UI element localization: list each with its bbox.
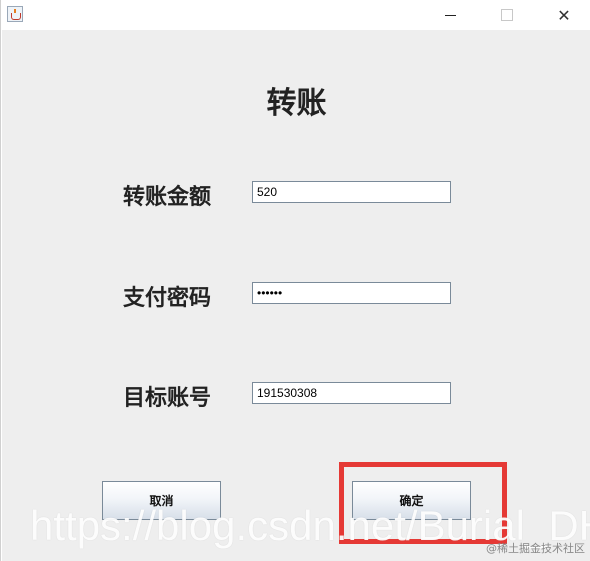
java-cup-icon <box>7 6 23 22</box>
minimize-icon <box>444 14 456 16</box>
close-button[interactable]: ✕ <box>541 0 587 30</box>
confirm-button[interactable]: 确定 <box>352 481 471 520</box>
cancel-button[interactable]: 取消 <box>102 481 221 520</box>
password-input[interactable] <box>252 282 451 304</box>
maximize-button[interactable] <box>484 0 530 30</box>
password-label: 支付密码 <box>123 285 212 311</box>
amount-input[interactable] <box>252 181 451 203</box>
maximize-icon <box>501 9 513 21</box>
account-label: 目标账号 <box>123 385 212 411</box>
minimize-button[interactable] <box>427 0 473 30</box>
page-title: 转账 <box>266 86 327 121</box>
form-panel: 转账 转账金额 支付密码 目标账号 取消 确定 https://blog.csd… <box>2 30 590 561</box>
amount-label: 转账金额 <box>123 184 212 210</box>
transfer-window: ✕ 转账 转账金额 支付密码 目标账号 取消 确定 https://blog.c… <box>0 0 590 561</box>
account-input[interactable] <box>252 382 451 404</box>
close-icon: ✕ <box>557 5 571 25</box>
corner-watermark: @稀土掘金技术社区 <box>486 542 585 555</box>
title-bar[interactable]: ✕ <box>1 0 590 30</box>
